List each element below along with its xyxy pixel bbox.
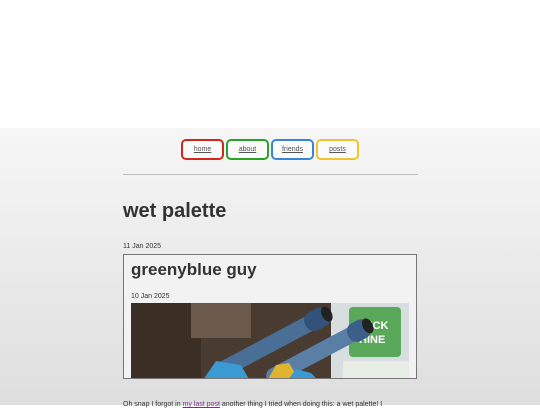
photo-illustration: QUICK HINE	[131, 303, 409, 378]
post-title: wet palette	[123, 200, 227, 222]
page-body: home about friends posts wet palette 11 …	[0, 128, 540, 408]
nav-posts-link[interactable]: posts	[316, 139, 359, 160]
nav-about-link[interactable]: about	[226, 139, 269, 160]
nav-friends-link[interactable]: friends	[271, 139, 314, 160]
paint-brushes-photo: QUICK HINE	[131, 303, 409, 378]
blank-header-area	[0, 0, 540, 128]
embedded-post-title: greenyblue guy	[131, 260, 257, 279]
embedded-post-date: 10 Jan 2025	[131, 293, 170, 300]
embedded-post-frame[interactable]: greenyblue guy 10 Jan 2025 QUICK HINE	[123, 254, 417, 379]
post-date: 11 Jan 2025	[123, 243, 162, 250]
main-nav: home about friends posts	[181, 139, 359, 160]
nav-home-link[interactable]: home	[181, 139, 224, 160]
divider	[123, 174, 418, 175]
